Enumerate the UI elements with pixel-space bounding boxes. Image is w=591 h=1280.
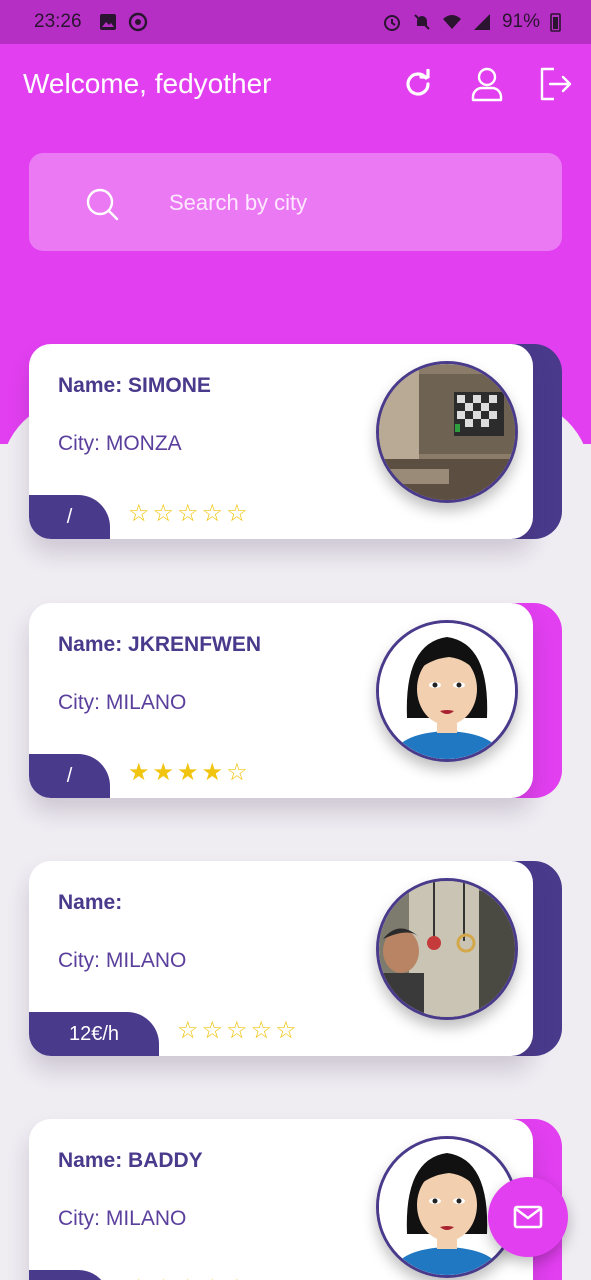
card-name: Name: BADDY [58,1149,203,1172]
star-filled-icon: ★ [152,758,175,786]
star-empty-icon: ☆ [275,1016,297,1044]
battery-icon [550,13,561,32]
wifi-icon [442,15,461,29]
refresh-icon [406,69,430,96]
status-bar: 23:26 91% [0,0,591,44]
card-name: Name: JKRENFWEN [58,633,262,656]
star-filled-icon: ★ [128,758,150,786]
card-body: Name: City: MILANO 12€/h ☆ ☆ ☆ ☆ ☆ [29,861,533,1056]
signal-icon [473,14,490,30]
star-empty-icon: ☆ [226,1276,248,1280]
star-filled-icon: ★ [201,758,224,786]
gallery-icon [100,14,116,30]
sync-icon [128,12,148,32]
search-bar[interactable] [29,153,562,251]
card-body: Name: JKRENFWEN City: MILANO / ★ ★ ★ ★ ☆ [29,603,533,798]
rating-stars: ☆ ☆ ☆ ☆ ☆ [128,501,248,525]
user-icon [471,67,503,102]
trainer-card[interactable]: Name: JKRENFWEN City: MILANO / ★ ★ ★ ★ ☆ [29,603,562,798]
card-price: / [29,495,110,539]
star-empty-icon: ☆ [202,1276,224,1280]
logout-button[interactable] [535,64,575,104]
avatar [376,361,518,503]
alarm-icon [383,15,400,31]
star-empty-icon: ☆ [177,1276,199,1280]
avatar [376,878,518,1020]
logout-icon [540,67,572,101]
star-filled-icon: ★ [177,758,199,786]
star-empty-icon: ☆ [226,499,248,527]
card-name: Name: [58,891,123,914]
mute-icon [414,14,430,30]
rating-stars: ★ ★ ★ ★ ☆ [128,760,248,784]
card-city: City: MILANO [58,691,187,714]
message-fab[interactable] [488,1177,568,1257]
card-price: / [29,754,110,798]
card-price [29,1270,110,1280]
card-body: Name: BADDY City: MILANO ☆ ☆ ☆ ☆ ☆ [29,1119,533,1280]
star-empty-icon: ☆ [153,1276,175,1280]
star-empty-icon: ☆ [128,499,150,527]
search-input[interactable] [169,181,529,225]
card-city: City: MONZA [58,432,182,455]
rating-stars: ☆ ☆ ☆ ☆ ☆ [128,1276,248,1280]
gym-photo [379,881,515,1017]
profile-button[interactable] [467,64,507,104]
star-empty-icon: ☆ [226,758,248,786]
battery-percent: 91% [501,11,540,32]
star-empty-icon: ☆ [152,499,175,527]
card-city: City: MILANO [58,949,187,972]
cartoon-woman-icon [379,623,515,759]
trainer-card[interactable]: Name: BADDY City: MILANO ☆ ☆ ☆ ☆ ☆ [29,1119,562,1280]
rating-stars: ☆ ☆ ☆ ☆ ☆ [177,1018,297,1042]
star-empty-icon: ☆ [250,1016,273,1044]
star-empty-icon: ☆ [177,499,199,527]
welcome-title: Welcome, fedyother [23,68,272,99]
room-photo [379,364,515,500]
avatar [376,620,518,762]
star-empty-icon: ☆ [201,1016,224,1044]
trainer-card[interactable]: Name: SIMONE City: MONZA / ☆ ☆ ☆ ☆ ☆ [29,344,562,539]
search-icon [86,188,119,221]
star-empty-icon: ☆ [226,1016,248,1044]
star-empty-icon: ☆ [201,499,224,527]
card-body: Name: SIMONE City: MONZA / ☆ ☆ ☆ ☆ ☆ [29,344,533,539]
trainer-card[interactable]: Name: City: MILANO 12€/h ☆ ☆ ☆ ☆ ☆ [29,861,562,1056]
status-time: 23:26 [34,11,82,32]
mail-icon [513,1205,543,1229]
card-price: 12€/h [29,1012,159,1056]
star-empty-icon: ☆ [128,1276,150,1280]
star-empty-icon: ☆ [177,1016,199,1044]
card-city: City: MILANO [58,1207,187,1230]
card-name: Name: SIMONE [58,374,211,397]
refresh-button[interactable] [398,64,438,104]
